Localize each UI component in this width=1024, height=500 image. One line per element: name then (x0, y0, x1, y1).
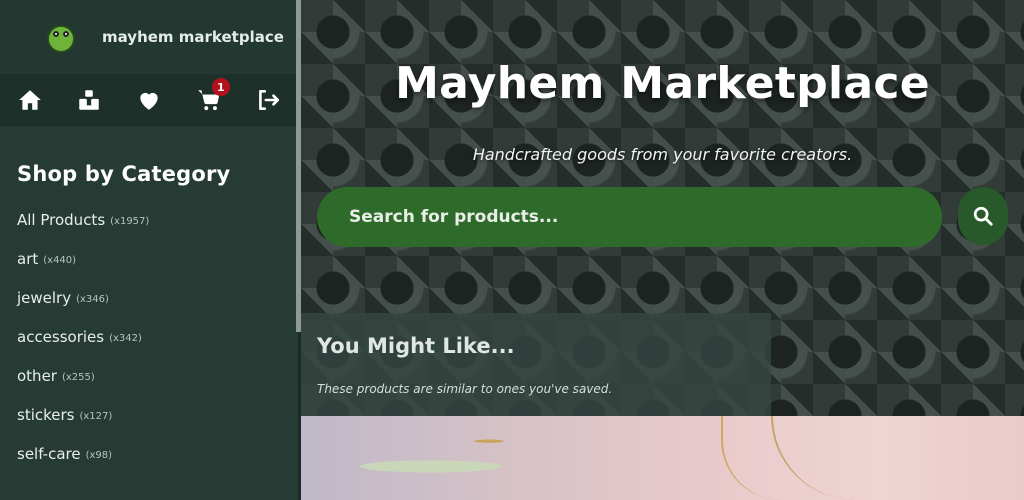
category-item-jewelry[interactable]: jewelry (x346) (0, 278, 298, 317)
category-label: accessories (17, 327, 105, 346)
cart-count-badge: 1 (211, 78, 230, 96)
recommendations-subtitle: These products are similar to ones you'v… (317, 382, 613, 396)
category-count: (x255) (61, 372, 95, 383)
blocks-icon (79, 90, 100, 110)
recommendations-panel (301, 313, 771, 416)
goblin-mascot-icon (42, 18, 80, 56)
nav-bar: 1 (0, 74, 298, 126)
cart-button[interactable]: 1 (179, 74, 239, 126)
category-label: art (17, 249, 39, 268)
category-label: other (17, 366, 57, 385)
category-count: (x98) (85, 450, 113, 461)
app: mayhem marketplace 1 Shop by Category Al… (0, 0, 1024, 500)
recommendations-title: You Might Like... (317, 334, 515, 358)
category-item-art[interactable]: art (x440) (0, 239, 298, 278)
page-title: Mayhem Marketplace (395, 58, 930, 109)
category-item-stickers[interactable]: stickers (x127) (0, 395, 298, 434)
category-count: (x1957) (110, 216, 150, 227)
sidebar: mayhem marketplace 1 Shop by Category Al… (0, 0, 298, 500)
category-item-accessories[interactable]: accessories (x342) (0, 317, 298, 356)
logout-button[interactable] (238, 74, 298, 126)
brand-header[interactable]: mayhem marketplace (0, 0, 298, 74)
category-list: All Products (x1957) art (x440) jewelry (x3… (0, 200, 298, 473)
search-button[interactable] (958, 187, 1008, 245)
search-icon (973, 206, 993, 226)
category-item-all-products[interactable]: All Products (x1957) (0, 200, 298, 239)
search-input[interactable] (317, 187, 942, 247)
logout-icon (259, 90, 280, 110)
category-item-self-care[interactable]: self-care (x98) (0, 434, 298, 473)
category-count: (x346) (76, 294, 109, 305)
category-label: self-care (17, 444, 81, 463)
category-heading: Shop by Category (17, 162, 231, 186)
category-label: stickers (17, 405, 75, 424)
category-count: (x440) (43, 255, 77, 266)
saved-button[interactable] (119, 74, 179, 126)
heart-icon (140, 92, 158, 110)
category-count: (x342) (109, 333, 142, 344)
page-subtitle: Handcrafted goods from your favorite cre… (472, 145, 853, 164)
category-label: jewelry (17, 288, 72, 307)
category-item-other[interactable]: other (x255) (0, 356, 298, 395)
categories-button[interactable] (60, 74, 120, 126)
category-label: All Products (17, 210, 106, 229)
home-icon (18, 90, 41, 110)
home-button[interactable] (0, 74, 60, 126)
brand-name: mayhem marketplace (102, 28, 284, 46)
category-count: (x127) (79, 411, 113, 422)
main-content: Mayhem Marketplace Handcrafted goods fro… (301, 0, 1024, 500)
